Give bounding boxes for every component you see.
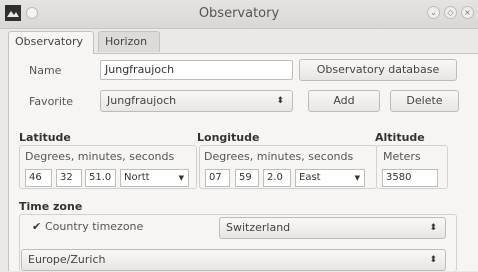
tab-horizon[interactable]: Horizon xyxy=(98,31,160,52)
updown-arrows-icon: ⬍ xyxy=(276,96,284,106)
updown-arrows-icon: ⬍ xyxy=(429,223,437,233)
dropdown-arrow-icon: ▼ xyxy=(178,174,184,182)
latitude-title: Latitude xyxy=(19,131,71,144)
observatory-panel: Name Jungfraujoch Observatory database F… xyxy=(8,53,478,272)
updown-arrows-icon: ⬍ xyxy=(429,255,437,265)
timezone-selected-value: Europe/Zurich xyxy=(28,253,106,266)
longitude-minutes-input[interactable]: 59 xyxy=(235,169,259,187)
longitude-degrees-input[interactable]: 07 xyxy=(205,169,230,187)
tab-observatory[interactable]: Observatory xyxy=(8,31,94,54)
latitude-degrees-input[interactable]: 46 xyxy=(25,169,52,187)
latitude-seconds-input[interactable]: 51.0 xyxy=(85,169,116,187)
title-bar: Observatory ⌄ ◇ × xyxy=(0,0,478,29)
minimize-icon[interactable]: ⌄ xyxy=(427,6,440,19)
latitude-hemisphere-value: Nortt xyxy=(124,172,150,183)
name-input[interactable]: Jungfraujoch xyxy=(100,60,293,80)
altitude-input[interactable]: 3580 xyxy=(382,169,438,187)
window-title: Observatory xyxy=(198,6,280,21)
altitude-group: Meters 3580 xyxy=(376,145,448,189)
latitude-format-label: Degrees, minutes, seconds xyxy=(25,150,175,163)
add-button[interactable]: Add xyxy=(308,90,380,112)
country-timezone-checkbox[interactable]: ✔ xyxy=(32,221,43,232)
latitude-hemisphere-select[interactable]: Nortt ▼ xyxy=(120,169,189,187)
name-label: Name xyxy=(29,64,62,77)
longitude-group: Degrees, minutes, seconds 07 59 2.0 East… xyxy=(199,145,377,189)
longitude-format-label: Degrees, minutes, seconds xyxy=(204,150,354,163)
altitude-title: Altitude xyxy=(375,131,425,144)
latitude-group: Degrees, minutes, seconds 46 32 51.0 Nor… xyxy=(19,145,197,189)
favorite-selected-value: Jungfraujoch xyxy=(107,94,177,107)
longitude-seconds-input[interactable]: 2.0 xyxy=(263,169,291,187)
close-icon[interactable]: × xyxy=(461,6,474,19)
longitude-hemisphere-value: East xyxy=(299,172,321,183)
maximize-icon[interactable]: ◇ xyxy=(444,6,457,19)
country-timezone-label: Country timezone xyxy=(45,220,144,233)
timezone-select[interactable]: Europe/Zurich ⬍ xyxy=(21,249,446,271)
timezone-title: Time zone xyxy=(19,200,83,213)
delete-button[interactable]: Delete xyxy=(390,90,459,112)
country-select[interactable]: Switzerland ⬍ xyxy=(219,217,446,239)
favorite-label: Favorite xyxy=(29,95,73,108)
country-selected-value: Switzerland xyxy=(226,221,291,234)
observatory-database-button[interactable]: Observatory database xyxy=(299,59,457,81)
longitude-title: Longitude xyxy=(197,131,260,144)
latitude-minutes-input[interactable]: 32 xyxy=(56,169,82,187)
altitude-unit-label: Meters xyxy=(383,150,421,163)
timezone-group: ✔ Country timezone Switzerland ⬍ Europe/… xyxy=(19,214,457,272)
longitude-hemisphere-select[interactable]: East ▼ xyxy=(295,169,365,187)
favorite-select[interactable]: Jungfraujoch ⬍ xyxy=(100,90,293,112)
dropdown-arrow-icon: ▼ xyxy=(354,174,360,182)
